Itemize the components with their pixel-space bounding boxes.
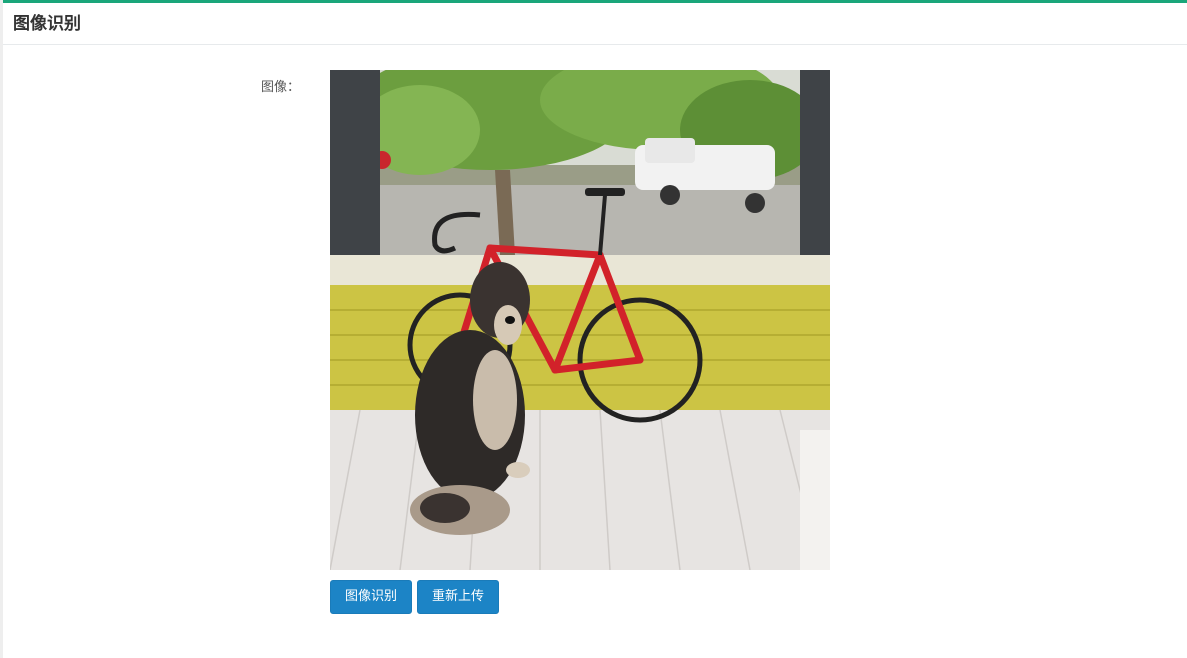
uploaded-image-preview [330, 70, 830, 570]
page-title: 图像识别 [13, 14, 81, 34]
panel-header: 图像识别 [3, 3, 1187, 45]
recognize-image-button[interactable]: 图像识别 [330, 580, 412, 614]
reupload-button[interactable]: 重新上传 [417, 580, 499, 614]
photo-dog-bicycle-porch [330, 70, 830, 570]
image-recognition-panel: 图像识别 图像： 图像识别 重新上传 [3, 0, 1187, 658]
image-field-label: 图像： [261, 80, 301, 95]
